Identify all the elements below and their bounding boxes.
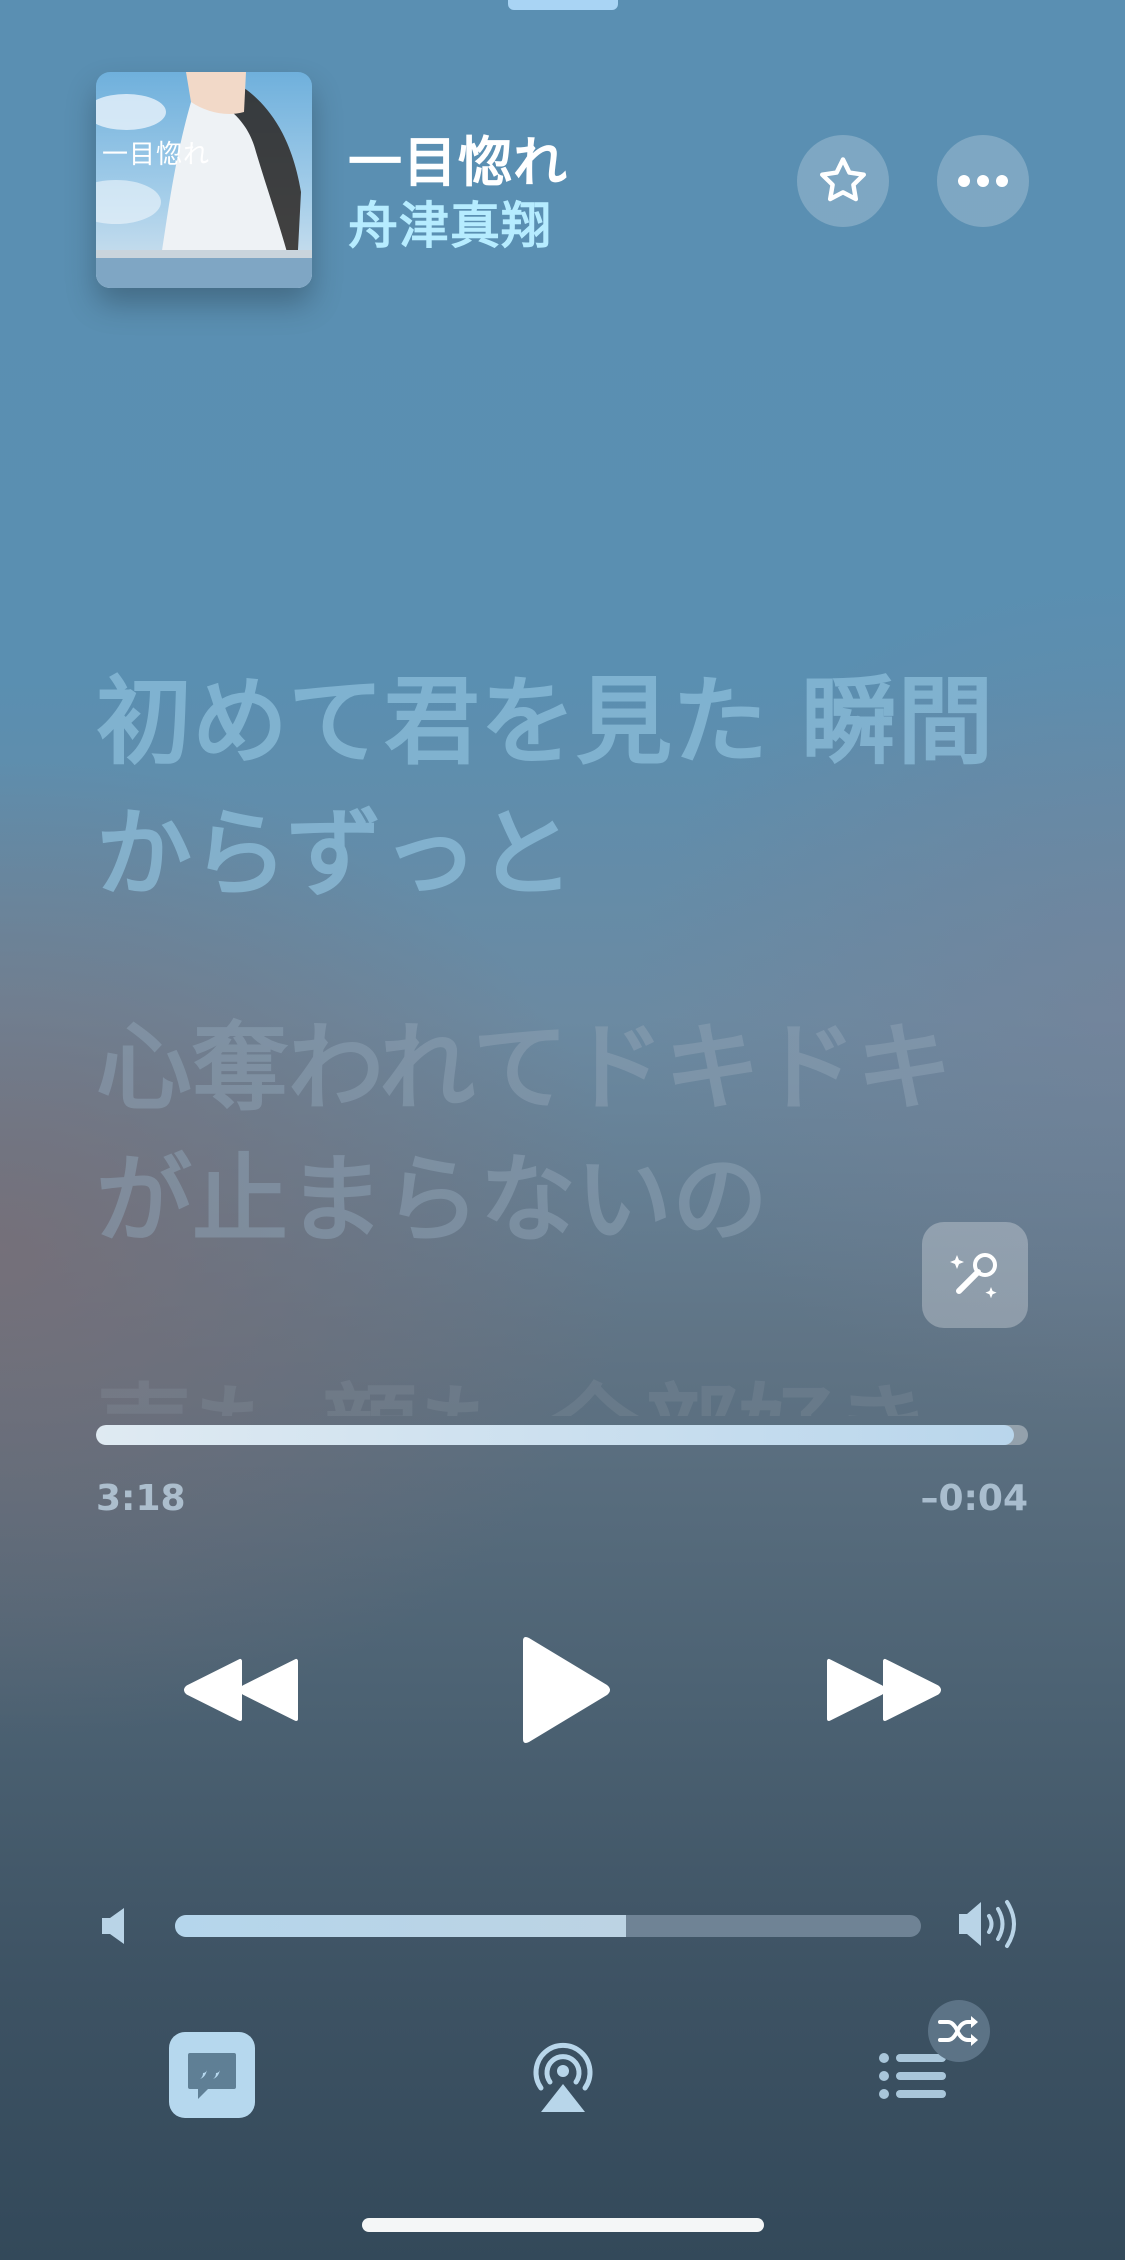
fast-forward-button[interactable] bbox=[815, 1640, 955, 1740]
fast-forward-icon bbox=[827, 1659, 941, 1721]
queue-button[interactable] bbox=[878, 2048, 948, 2104]
volume-max-button[interactable] bbox=[955, 1896, 1025, 1956]
airplay-button[interactable] bbox=[527, 2038, 599, 2114]
more-options-button[interactable] bbox=[937, 135, 1029, 227]
ellipsis-icon bbox=[958, 175, 1008, 187]
volume-slider[interactable] bbox=[175, 1915, 921, 1937]
microphone-sparkles-icon bbox=[950, 1253, 997, 1299]
artwork-title-text: 一目惚れ bbox=[102, 140, 211, 170]
rewind-button[interactable] bbox=[170, 1640, 310, 1740]
play-button[interactable] bbox=[505, 1625, 625, 1755]
shuffle-indicator[interactable] bbox=[928, 2000, 990, 2062]
remaining-time: –0:04 bbox=[920, 1478, 1028, 1519]
star-icon bbox=[820, 157, 866, 202]
quote-bubble-icon bbox=[188, 2053, 236, 2099]
album-artwork[interactable]: 一目惚れ bbox=[96, 72, 312, 288]
home-indicator[interactable] bbox=[362, 2218, 764, 2232]
play-icon bbox=[523, 1637, 610, 1743]
lyric-line[interactable]: 心奪われてドキドキが止まらないの bbox=[96, 1002, 996, 1266]
lyric-line[interactable]: 声も 顔も 全部好き bbox=[96, 1356, 996, 1416]
lyrics-toggle-button[interactable] bbox=[169, 2032, 255, 2118]
list-icon bbox=[879, 2053, 946, 2099]
speaker-low-icon bbox=[102, 1908, 124, 1944]
album-artwork-image bbox=[96, 72, 312, 288]
lyric-line[interactable]: 初めて君を見た 瞬間からずっと bbox=[96, 656, 996, 920]
playback-progress-fill bbox=[96, 1425, 1015, 1445]
volume-level-fill bbox=[175, 1915, 627, 1937]
speaker-high-icon bbox=[959, 1900, 1016, 1948]
airplay-audio-icon bbox=[533, 2042, 593, 2112]
rewind-icon bbox=[184, 1659, 298, 1721]
favorite-button[interactable] bbox=[797, 135, 889, 227]
elapsed-time: 3:18 bbox=[96, 1478, 186, 1519]
lyric-line-text: 声も 顔も 全部好き bbox=[96, 1364, 996, 1416]
shuffle-icon bbox=[938, 2016, 978, 2046]
playback-scrubber[interactable] bbox=[96, 1425, 1028, 1445]
sing-button[interactable] bbox=[922, 1222, 1028, 1328]
artist-name[interactable]: 舟津真翔 bbox=[348, 186, 552, 258]
sheet-grabber[interactable] bbox=[508, 0, 618, 10]
volume-min-button[interactable] bbox=[98, 1904, 134, 1952]
